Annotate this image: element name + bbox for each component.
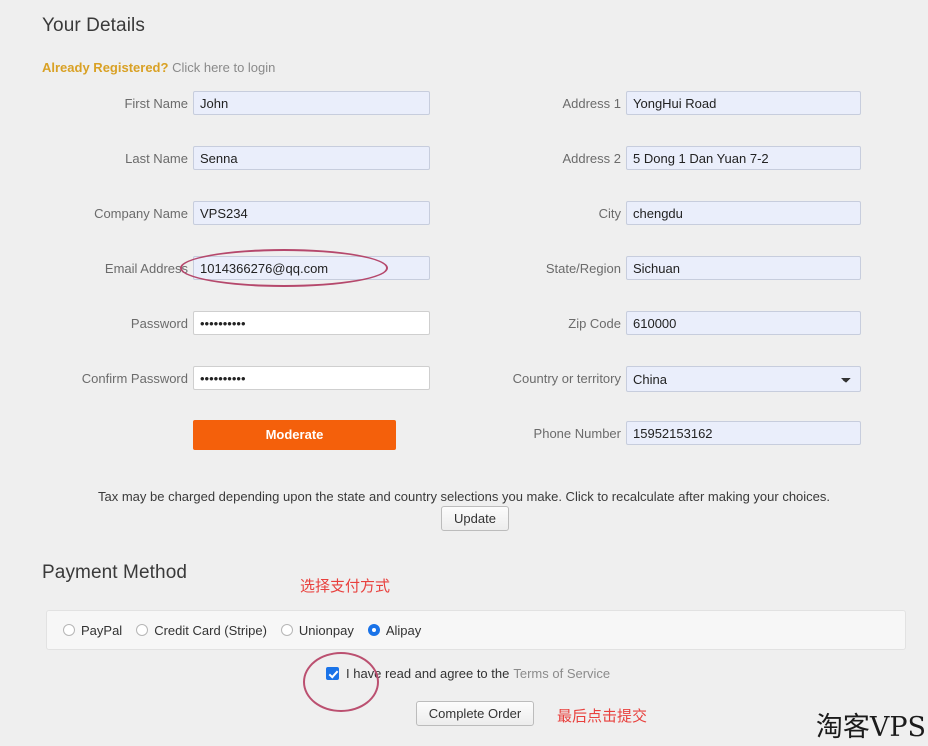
address-1-input[interactable] <box>626 91 861 115</box>
payment-option-alipay[interactable]: Alipay <box>367 622 422 638</box>
radio-credit-card-icon[interactable] <box>136 624 149 636</box>
radio-unionpay-icon[interactable] <box>280 624 293 636</box>
label-country-or-territory: Country or territory <box>512 371 621 386</box>
payment-option-label-unionpay: Unionpay <box>298 622 354 638</box>
terms-agreement-text: I have read and agree to the <box>346 666 510 681</box>
label-first-name: First Name <box>124 96 188 111</box>
page-title-payment-method: Payment Method <box>42 562 188 583</box>
update-button[interactable]: Update <box>441 506 509 531</box>
label-phone-number: Phone Number <box>533 426 621 441</box>
payment-option-label-paypal: PayPal <box>81 622 123 638</box>
payment-method-panel: PayPal Credit Card (Stripe) Unionpay Ali… <box>46 610 906 650</box>
payment-option-credit-card[interactable]: Credit Card (Stripe) <box>136 623 267 638</box>
label-address-2: Address 2 <box>562 151 621 166</box>
confirm-password-input[interactable] <box>193 366 430 390</box>
label-company-name: Company Name <box>94 206 188 221</box>
state-region-input[interactable] <box>626 256 861 280</box>
payment-option-unionpay[interactable]: Unionpay <box>280 622 354 638</box>
payment-option-label-alipay: Alipay <box>385 622 422 638</box>
label-address-1: Address 1 <box>562 96 621 111</box>
payment-option-paypal[interactable]: PayPal <box>63 623 122 638</box>
address-2-input[interactable] <box>626 146 861 170</box>
label-city: City <box>598 206 621 221</box>
label-zip-code: Zip Code <box>568 316 621 331</box>
label-confirm-password: Confirm Password <box>81 371 188 386</box>
terms-of-service-link[interactable]: Terms of Service <box>513 666 610 681</box>
label-state-region: State/Region <box>545 261 621 276</box>
email-address-input[interactable] <box>193 256 430 280</box>
payment-options-group: PayPal Credit Card (Stripe) Unionpay Ali… <box>63 611 435 649</box>
country-select[interactable]: China <box>626 366 861 392</box>
password-input[interactable] <box>193 311 430 335</box>
last-name-input[interactable] <box>193 146 430 170</box>
login-link[interactable]: Click here to login <box>172 60 275 75</box>
label-email-address: Email Address <box>104 261 188 276</box>
annotation-circle-around-terms-checkbox <box>303 652 379 712</box>
terms-checkbox[interactable] <box>326 667 339 680</box>
already-registered-prompt: Already Registered? Click here to login <box>42 60 275 75</box>
watermark-text: 淘客VPS <box>815 712 926 743</box>
annotation-click-submit-last: 最后点击提交 <box>557 707 648 725</box>
annotation-choose-payment-method: 选择支付方式 <box>300 577 391 595</box>
label-last-name: Last Name <box>125 151 188 166</box>
radio-alipay-icon[interactable] <box>367 624 380 636</box>
moderate-button[interactable]: Moderate <box>193 420 396 450</box>
company-name-input[interactable] <box>193 201 430 225</box>
first-name-input[interactable] <box>193 91 430 115</box>
city-input[interactable] <box>626 201 861 225</box>
radio-paypal-icon[interactable] <box>63 624 75 636</box>
label-password: Password <box>130 316 188 331</box>
terms-agreement-row: I have read and agree to the Terms of Se… <box>326 666 610 681</box>
phone-number-input[interactable] <box>626 421 861 445</box>
payment-option-label-credit-card: Credit Card (Stripe) <box>154 622 267 638</box>
zip-code-input[interactable] <box>626 311 861 335</box>
already-registered-label: Already Registered? <box>42 60 169 75</box>
complete-order-button[interactable]: Complete Order <box>416 701 534 726</box>
tax-note-text: Tax may be charged depending upon the st… <box>97 489 831 504</box>
page-title-your-details: Your Details <box>42 15 145 36</box>
